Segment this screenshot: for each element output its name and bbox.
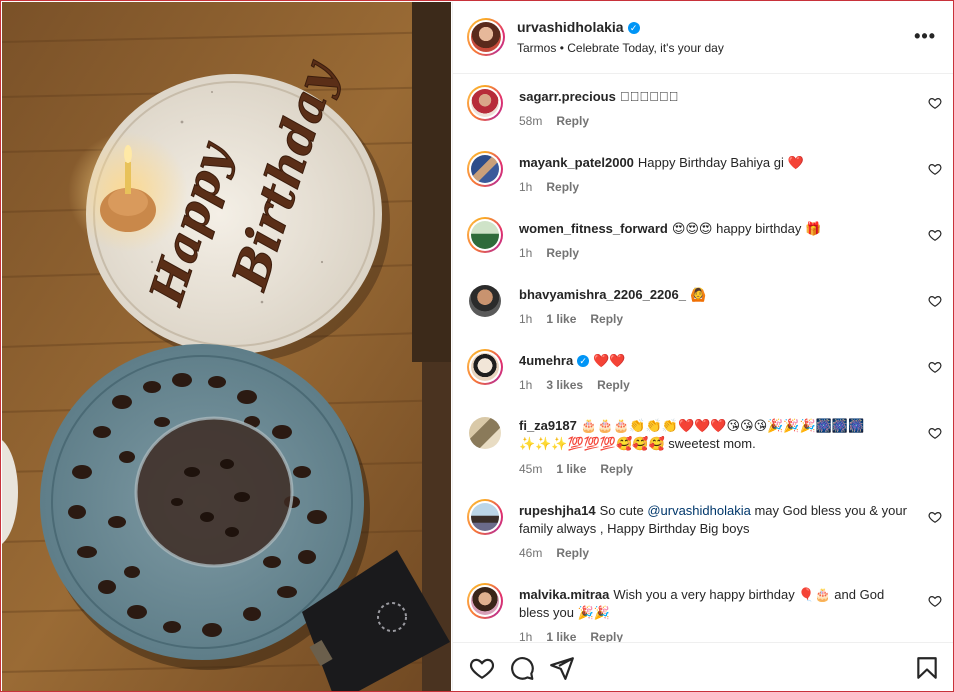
comment-body-start: So cute — [599, 503, 644, 518]
verified-badge-icon: ✓ — [577, 355, 590, 367]
app-window: Happy Birthday urvashidholakia ✓ Tarmos … — [0, 0, 954, 692]
comment-avatar[interactable] — [467, 85, 503, 121]
comment-username[interactable]: malvika.mitraa — [519, 587, 609, 602]
reply-button[interactable]: Reply — [600, 462, 633, 476]
comment-time[interactable]: 1h — [519, 378, 532, 392]
comment-time[interactable]: 46m — [519, 546, 542, 560]
comment-item: mayank_patel2000 Happy Birthday Bahiya gi… — [453, 151, 953, 211]
comment-body: ❤️❤️ — [593, 353, 626, 368]
comment-icon[interactable] — [509, 655, 535, 681]
reply-button[interactable]: Reply — [546, 180, 579, 194]
comment-body: 😍😍😍 happy birthday 🎁 — [671, 221, 822, 236]
comment-like-heart-icon[interactable] — [928, 228, 942, 242]
comment-avatar[interactable] — [467, 499, 503, 535]
comment-meta: 1h 3 likes Reply — [519, 378, 644, 392]
reply-button[interactable]: Reply — [546, 246, 579, 260]
post-audio[interactable]: Celebrate Today, it's your day — [567, 41, 724, 55]
comment-like-heart-icon[interactable] — [928, 594, 942, 608]
comment-like-heart-icon[interactable] — [928, 162, 942, 176]
comment-text: fi_za9187 🎂🎂🎂👏👏👏❤️❤️❤️😘😘😘🎉🎉🎉🎆🎆🎆✨✨✨💯💯💯🥰🥰🥰 … — [519, 417, 914, 453]
comment-text: 4umehra ✓ ❤️❤️ — [519, 352, 914, 370]
owner-avatar[interactable] — [467, 18, 505, 56]
post-panel: urvashidholakia ✓ Tarmos • Celebrate Toda… — [452, 2, 953, 691]
comment-body: Happy Birthday Bahiya gi ❤️ — [637, 155, 804, 170]
post-subtitle: Tarmos • Celebrate Today, it's your day — [517, 41, 724, 55]
comment-text: rupeshjha14 So cute @urvashidholakia may … — [519, 502, 914, 538]
comment-likes[interactable]: 3 likes — [546, 378, 583, 392]
comment-meta: 58m Reply — [519, 114, 603, 128]
post-location[interactable]: Tarmos — [517, 41, 556, 55]
comment-item: 4umehra ✓ ❤️❤️ 1h 3 likes Reply — [453, 349, 953, 409]
comment-item: malvika.mitraa Wish you a very happy birt… — [453, 583, 953, 642]
comment-like-heart-icon[interactable] — [928, 510, 942, 524]
more-options-button[interactable]: ••• — [914, 26, 936, 47]
comment-time[interactable]: 1h — [519, 312, 532, 326]
comment-meta: 45m 1 like Reply — [519, 462, 647, 476]
comment-avatar[interactable] — [469, 285, 501, 317]
comment-item: fi_za9187 🎂🎂🎂👏👏👏❤️❤️❤️😘😘😘🎉🎉🎉🎆🎆🎆✨✨✨💯💯💯🥰🥰🥰 … — [453, 415, 953, 495]
reply-button[interactable]: Reply — [556, 546, 589, 560]
comment-text: bhavyamishra_2206_2206_ 🙆 — [519, 286, 914, 304]
comment-avatar[interactable] — [469, 417, 501, 449]
comment-text: malvika.mitraa Wish you a very happy birt… — [519, 586, 914, 622]
comment-username[interactable]: 4umehra — [519, 353, 573, 368]
share-icon[interactable] — [549, 655, 575, 681]
reply-button[interactable]: Reply — [590, 630, 623, 642]
owner-username[interactable]: urvashidholakia — [517, 19, 624, 35]
comment-text: women_fitness_forward 😍😍😍 happy birthday … — [519, 220, 914, 238]
comment-like-heart-icon[interactable] — [928, 360, 942, 374]
comment-time[interactable]: 58m — [519, 114, 542, 128]
comment-avatar[interactable] — [467, 217, 503, 253]
comment-avatar[interactable] — [467, 349, 503, 385]
comment-time[interactable]: 45m — [519, 462, 542, 476]
comment-item: sagarr.precious 󰀀󰀀󰀀󰀀󰀀󰀀 58m Reply — [453, 85, 953, 145]
comment-like-heart-icon[interactable] — [928, 426, 942, 440]
comment-username[interactable]: fi_za9187 — [519, 418, 577, 433]
comment-like-heart-icon[interactable] — [928, 294, 942, 308]
reply-button[interactable]: Reply — [556, 114, 589, 128]
bookmark-icon[interactable] — [914, 655, 940, 681]
comment-time[interactable]: 1h — [519, 180, 532, 194]
comment-meta: 1h 1 like Reply — [519, 312, 637, 326]
comment-time[interactable]: 1h — [519, 246, 532, 260]
comment-username[interactable]: rupeshjha14 — [519, 503, 596, 518]
comment-avatar[interactable] — [467, 583, 503, 619]
comment-mention-link[interactable]: @urvashidholakia — [647, 503, 751, 518]
comment-meta: 46m Reply — [519, 546, 603, 560]
comment-likes[interactable]: 1 like — [556, 462, 586, 476]
more-horizontal-icon: ••• — [914, 26, 936, 46]
comment-username[interactable]: bhavyamishra_2206_2206_ — [519, 287, 686, 302]
comment-body: 🙆 — [689, 287, 707, 302]
comment-username[interactable]: women_fitness_forward — [519, 221, 668, 236]
comment-like-heart-icon[interactable] — [928, 96, 942, 110]
heart-icon[interactable] — [469, 655, 495, 681]
comment-item: women_fitness_forward 😍😍😍 happy birthday … — [453, 217, 953, 277]
comment-body: 󰀀󰀀󰀀󰀀󰀀󰀀 — [619, 89, 679, 104]
comment-item: bhavyamishra_2206_2206_ 🙆 1h 1 like Reply — [453, 283, 953, 343]
comment-text: mayank_patel2000 Happy Birthday Bahiya gi… — [519, 154, 914, 172]
verified-badge-icon: ✓ — [627, 22, 640, 34]
reply-button[interactable]: Reply — [597, 378, 630, 392]
comment-likes[interactable]: 1 like — [546, 312, 576, 326]
comment-meta: 1h Reply — [519, 180, 593, 194]
subtitle-separator: • — [559, 41, 564, 55]
comment-username[interactable]: mayank_patel2000 — [519, 155, 634, 170]
comment-item: rupeshjha14 So cute @urvashidholakia may … — [453, 499, 953, 579]
post-actions-bar — [453, 642, 953, 691]
comment-time[interactable]: 1h — [519, 630, 532, 642]
owner-username-row: urvashidholakia ✓ — [517, 19, 640, 35]
comment-avatar[interactable] — [467, 151, 503, 187]
comment-likes[interactable]: 1 like — [546, 630, 576, 642]
comments-list: sagarr.precious 󰀀󰀀󰀀󰀀󰀀󰀀 58m Reply mayank_pa… — [453, 75, 953, 642]
reply-button[interactable]: Reply — [590, 312, 623, 326]
comment-meta: 1h 1 like Reply — [519, 630, 637, 642]
post-image: Happy Birthday — [2, 2, 451, 691]
post-photo[interactable]: Happy Birthday — [2, 2, 451, 691]
comment-username[interactable]: sagarr.precious — [519, 89, 616, 104]
comment-meta: 1h Reply — [519, 246, 593, 260]
post-header: urvashidholakia ✓ Tarmos • Celebrate Toda… — [453, 2, 953, 74]
comment-text: sagarr.precious 󰀀󰀀󰀀󰀀󰀀󰀀 — [519, 88, 914, 106]
